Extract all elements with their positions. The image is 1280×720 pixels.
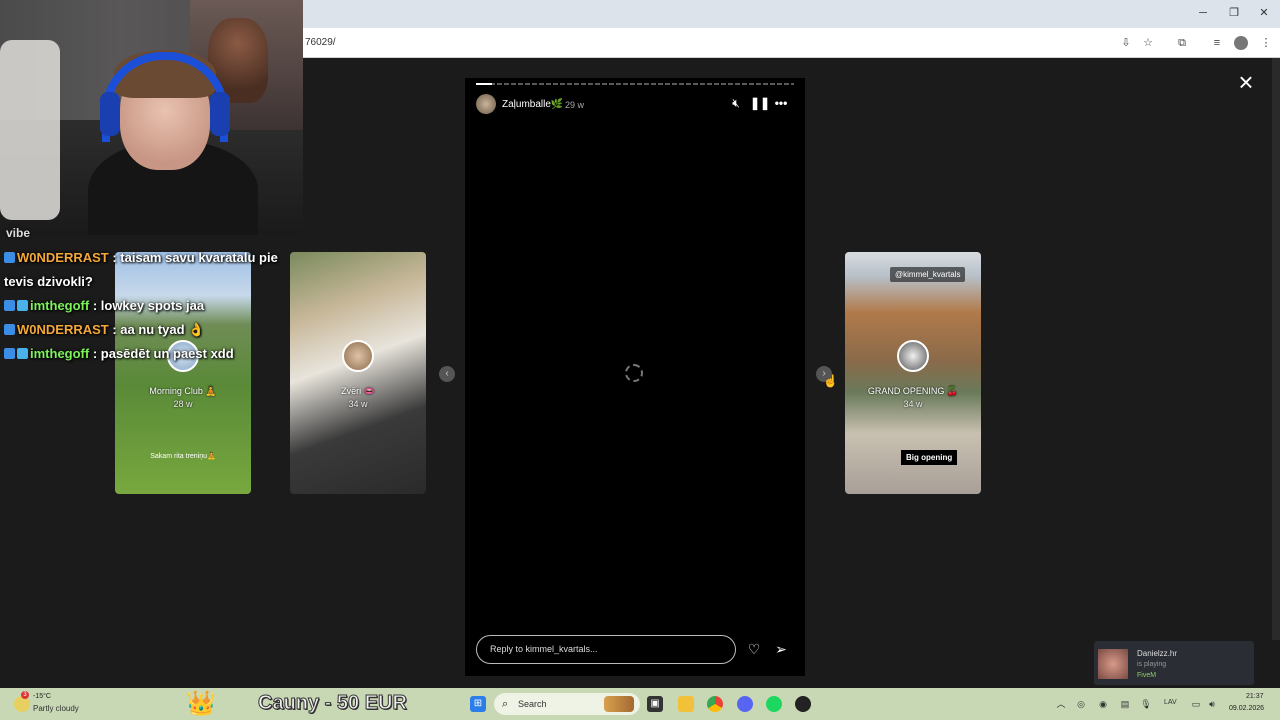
thumb-avatar [897, 340, 929, 372]
loading-spinner-icon [625, 364, 643, 382]
install-app-icon[interactable]: ⇩ [1119, 36, 1133, 50]
chat-message: imthegoff : pasēdēt un paest xdd [4, 342, 304, 366]
extensions-icon[interactable]: ⧉ [1175, 36, 1189, 50]
friend-game: FiveM [1137, 672, 1157, 679]
mute-icon[interactable]: 🔇︎ [729, 96, 743, 110]
clock-time[interactable]: 21:37 [1246, 693, 1264, 700]
weather-temp[interactable]: -15°C [33, 693, 51, 700]
thumb-avatar [342, 340, 374, 372]
chat-text: : pasēdēt un paest xdd [89, 346, 234, 361]
microphone-icon[interactable]: 🎙︎ [1140, 698, 1152, 710]
weather-badge: 3 [21, 691, 29, 699]
webcam-overlay [0, 0, 303, 235]
chat-text: : aa nu tyad 👌 [108, 322, 205, 337]
thumb-time: 34 w [903, 399, 923, 409]
search-icon: ⌕ [502, 698, 509, 710]
profile-avatar-icon[interactable] [1234, 36, 1248, 50]
pause-icon[interactable]: ❚❚ [750, 96, 770, 110]
address-bar[interactable]: 76029/ ⇩ ☆ ⧉ ≡ ⋮ [303, 28, 1280, 58]
mention-tag: @kimmel_kvartals [890, 267, 966, 282]
chat-partial-line: vibe [6, 226, 31, 240]
cam-chair [0, 40, 60, 220]
prime-badge-icon [4, 300, 15, 311]
clock-date[interactable]: 09.02.2026 [1229, 705, 1264, 712]
minimize-icon[interactable]: ─ [1196, 6, 1210, 20]
headset-earcup-left [100, 92, 120, 136]
close-window-icon[interactable]: ✕ [1257, 6, 1271, 20]
url-text[interactable]: 76029/ [305, 37, 336, 48]
reply-input[interactable]: Reply to kimmel_kvartals... [476, 635, 736, 664]
headset-earcup-right [210, 92, 230, 136]
friend-status: is playing [1137, 661, 1167, 668]
thumb-sticker: Big opening [901, 450, 958, 465]
chat-message: W0NDERRAST : aa nu tyad 👌 [4, 318, 304, 342]
chat-text: : lowkey spots jaa [89, 298, 205, 313]
chat-username: imthegoff [30, 298, 90, 313]
thumb-name: Zvēri 👄 [341, 386, 375, 396]
search-highlight-icon [604, 696, 634, 712]
like-heart-icon[interactable]: ♡ [746, 641, 762, 657]
file-explorer-icon[interactable] [678, 696, 694, 712]
kebab-menu-icon[interactable]: ⋮ [1259, 36, 1273, 50]
thumb-time: 34 w [348, 399, 368, 409]
app-icon[interactable] [795, 696, 811, 712]
story-thumb-grand-opening[interactable]: @kimmel_kvartals GRAND OPENING 🍒 34 w Bi… [845, 252, 981, 494]
story-timestamp: 29 w [565, 100, 585, 110]
taskbar-search[interactable]: ⌕ Search [494, 693, 640, 715]
chrome-icon[interactable] [707, 696, 723, 712]
thumb-time: 28 w [173, 399, 193, 409]
mouse-pointer-icon: ☝ [823, 374, 838, 388]
start-icon[interactable]: ⊞ [470, 696, 486, 712]
close-viewer-icon[interactable]: × [1236, 69, 1256, 95]
weather-desc[interactable]: Partly cloudy [33, 704, 79, 713]
thumb-caption: Sakam rita treniņu🧘 [150, 453, 216, 460]
active-story[interactable]: Zaļumballe🌿 29 w 🔇︎ ❚❚ ••• Reply to kimm… [465, 78, 805, 676]
thumb-name: Morning Club 🧘 [149, 386, 217, 396]
chat-message: imthegoff : lowkey spots jaa [4, 294, 304, 318]
chat-username: W0NDERRAST [17, 322, 109, 337]
previous-story-icon[interactable]: ‹ [439, 366, 455, 382]
chat-overlay: W0NDERRAST : taisam savu kvaratalu pie t… [4, 246, 304, 366]
thumb-name: GRAND OPENING 🍒 [867, 386, 959, 396]
task-view-icon[interactable]: ▣ [647, 696, 663, 712]
tray-chat-icon[interactable]: ▤ [1119, 698, 1131, 710]
crown-icon: 👑 [186, 690, 216, 717]
chat-username: imthegoff [30, 346, 90, 361]
network-icon[interactable]: ▭ [1190, 698, 1202, 710]
browser-titlebar: ─ ❐ ✕ [303, 0, 1280, 28]
prime-badge-icon [4, 348, 15, 359]
friend-name: Danielzz.hr [1137, 649, 1178, 658]
story-thumb-zveri[interactable]: Zvēri 👄 34 w [290, 252, 426, 494]
steam-icon[interactable]: ◉ [1097, 698, 1109, 710]
bookmark-star-icon[interactable]: ☆ [1141, 36, 1155, 50]
sub-badge-icon [17, 300, 28, 311]
media-controls-icon[interactable]: ≡ [1210, 36, 1224, 50]
donation-alert: Cauny - 50 EUR [258, 692, 408, 715]
story-progress-fill [476, 83, 492, 85]
search-placeholder: Search [518, 699, 547, 709]
chat-message: W0NDERRAST : taisam savu kvaratalu pie t… [4, 246, 304, 294]
spotify-icon[interactable] [766, 696, 782, 712]
tray-app-icon[interactable]: ◎ [1075, 698, 1087, 710]
chat-username: W0NDERRAST [17, 250, 109, 265]
tray-overflow-icon[interactable]: ︿ [1055, 698, 1067, 710]
sub-badge-icon [17, 348, 28, 359]
story-author-name[interactable]: Zaļumballe🌿 [502, 99, 563, 110]
prime-badge-icon [4, 252, 15, 263]
share-send-icon[interactable]: ➢ [773, 641, 789, 657]
friend-notification[interactable]: Danielzz.hr is playing FiveM [1094, 641, 1254, 685]
prime-badge-icon [4, 324, 15, 335]
discord-icon[interactable] [737, 696, 753, 712]
story-progress-bar [476, 83, 794, 85]
friend-avatar [1098, 649, 1128, 679]
story-author-avatar[interactable] [476, 94, 496, 114]
language-indicator[interactable]: LAV [1164, 699, 1177, 706]
more-options-icon[interactable]: ••• [774, 96, 788, 110]
screen: ─ ❐ ✕ 76029/ ⇩ ☆ ⧉ ≡ ⋮ × Morning Club 🧘 … [0, 0, 1280, 720]
volume-icon[interactable]: 🔊︎ [1206, 698, 1218, 710]
restore-icon[interactable]: ❐ [1227, 6, 1241, 20]
scrollbar[interactable] [1272, 58, 1280, 640]
